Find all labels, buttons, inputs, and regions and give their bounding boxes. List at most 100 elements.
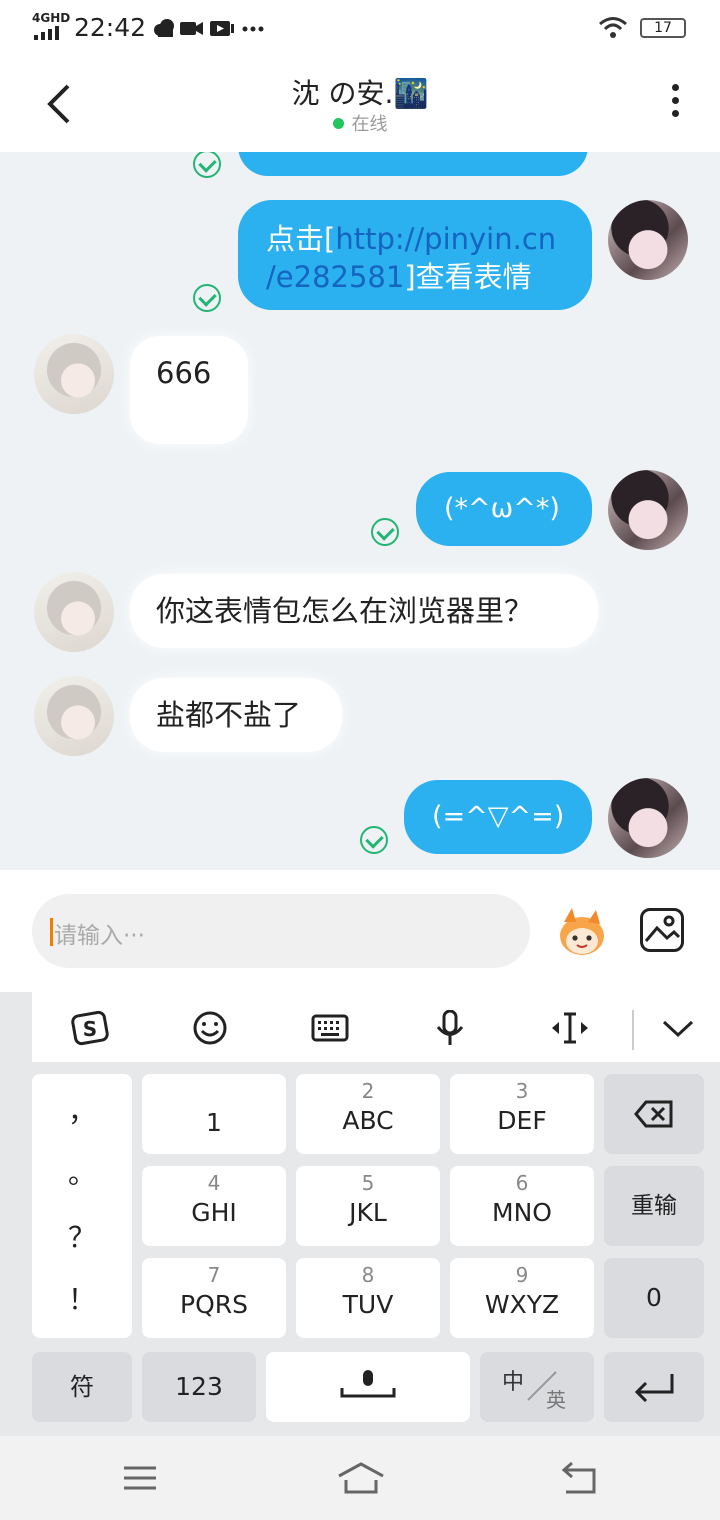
home-icon[interactable] [336, 1458, 386, 1498]
more-menu-icon[interactable] [660, 84, 690, 124]
key-letters: JKL [349, 1198, 387, 1227]
read-check-icon [193, 152, 221, 178]
message-link[interactable]: http://pinyin.cn [335, 222, 556, 256]
my-avatar[interactable] [608, 470, 688, 550]
message-text: 你这表情包怎么在浏览器里？ [156, 594, 534, 628]
symbols-key[interactable]: 符 [32, 1352, 132, 1422]
backspace-icon [634, 1100, 673, 1128]
back-nav-icon[interactable] [558, 1458, 602, 1498]
message-list[interactable]: 点击[http://pinyin.cn /e282581]查看表情 666 (*… [0, 152, 720, 870]
message-bubble-incoming[interactable]: 666 [130, 336, 248, 444]
key-letters: TUV [342, 1290, 394, 1319]
key-3-def[interactable]: 3 DEF [450, 1074, 594, 1154]
language-switch-key[interactable]: 中 英 [480, 1352, 594, 1422]
backspace-key[interactable] [604, 1074, 704, 1154]
cursor-move-icon[interactable] [550, 1010, 590, 1046]
wifi-icon [599, 17, 627, 38]
svg-text:S: S [83, 1017, 97, 1041]
message-text: (=^▽^=) [432, 801, 565, 832]
status-bar: 4GHD 22:42 17 [0, 0, 720, 56]
online-dot-icon [332, 118, 344, 129]
key-6-mno[interactable]: 6 MNO [450, 1166, 594, 1246]
system-nav-bar [0, 1436, 720, 1520]
image-glyph [644, 915, 681, 942]
key-2-abc[interactable]: 2 ABC [296, 1074, 440, 1154]
collapse-keyboard-icon[interactable] [658, 1010, 698, 1046]
cloud-icon [154, 19, 174, 37]
punct-question-key[interactable]: ？ [32, 1216, 132, 1256]
key-0[interactable]: 0 [604, 1258, 704, 1338]
signal-icon [34, 26, 59, 40]
key-label: 123 [175, 1372, 223, 1401]
read-check-icon [371, 518, 399, 546]
message-text: 点击[ [266, 222, 336, 256]
space-key[interactable] [266, 1352, 470, 1422]
battery-icon: 17 [640, 18, 686, 38]
key-letters: MNO [492, 1198, 552, 1227]
input-placeholder: 请输入··· [54, 923, 145, 949]
key-letters: DEF [497, 1106, 547, 1135]
key-letters: PQRS [180, 1290, 248, 1319]
key-7-pqrs[interactable]: 7 PQRS [142, 1258, 286, 1338]
menu-icon[interactable] [118, 1458, 162, 1498]
message-text: 盐都不盐了 [156, 698, 302, 732]
read-check-icon [360, 826, 388, 854]
key-number: 5 [361, 1171, 375, 1195]
punct-comma-key[interactable]: ， [32, 1090, 132, 1130]
numbers-key[interactable]: 123 [142, 1352, 256, 1422]
microphone-icon[interactable] [430, 1010, 470, 1046]
message-text: (*^ω^*) [444, 493, 560, 524]
key-letters: ABC [342, 1106, 394, 1135]
key-9-wxyz[interactable]: 9 WXYZ [450, 1258, 594, 1338]
message-bubble-outgoing[interactable]: (*^ω^*) [416, 472, 592, 546]
toolbar-divider [632, 1010, 634, 1050]
notification-icons [154, 19, 264, 37]
network-type: 4GHD [32, 11, 71, 25]
message-bubble-incoming[interactable]: 盐都不盐了 [130, 678, 342, 752]
more-dots-icon [242, 26, 264, 32]
lang-cn-label: 中 [502, 1370, 525, 1395]
my-avatar[interactable] [608, 778, 688, 858]
message-text: ]查看表情 [404, 260, 532, 294]
punctuation-column[interactable]: ， 。 ？ ！ [32, 1074, 132, 1338]
punct-exclaim-key[interactable]: ！ [32, 1278, 132, 1318]
key-label: 符 [70, 1373, 94, 1401]
key-5-jkl[interactable]: 5 JKL [296, 1166, 440, 1246]
message-text: 666 [156, 356, 212, 390]
composer: 请输入··· [0, 870, 720, 992]
lang-en-label: 英 [546, 1388, 566, 1412]
emoji-icon[interactable] [190, 1010, 230, 1046]
message-bubble-incoming[interactable]: 你这表情包怎么在浏览器里？ [130, 574, 598, 648]
key-4-ghi[interactable]: 4 GHI [142, 1166, 286, 1246]
key-label: 0 [646, 1283, 662, 1312]
message-input[interactable]: 请输入··· [32, 894, 530, 968]
battery-level: 17 [654, 20, 672, 36]
contact-avatar[interactable] [34, 676, 114, 756]
contact-avatar[interactable] [34, 334, 114, 414]
message-link-continued[interactable]: /e282581 [266, 260, 404, 294]
sticker-icon[interactable] [554, 906, 610, 958]
reenter-key[interactable]: 重输 [604, 1166, 704, 1246]
punct-period-key[interactable]: 。 [32, 1152, 132, 1192]
key-label: 1 [206, 1108, 222, 1137]
key-1[interactable]: 1 [142, 1074, 286, 1154]
presence-status: 在线 [0, 110, 720, 136]
sogou-logo-icon[interactable]: S [70, 1010, 110, 1046]
message-bubble-outgoing[interactable] [238, 152, 588, 176]
key-8-tuv[interactable]: 8 TUV [296, 1258, 440, 1338]
key-number: 9 [515, 1263, 529, 1287]
keyboard-icon[interactable] [310, 1010, 350, 1046]
my-avatar[interactable] [608, 200, 688, 280]
enter-key[interactable] [604, 1352, 704, 1422]
key-number: 2 [361, 1079, 375, 1103]
contact-name[interactable]: 沈 の安.🌃 [0, 72, 720, 112]
key-number: 3 [515, 1079, 529, 1103]
space-mic-icon [340, 1370, 396, 1398]
ime-keyboard: S ， 。 ？ ！ 1 2 ABC 3 DEF 4 GHI 5 JKL 6 MN… [0, 992, 720, 1436]
presence-label: 在线 [351, 114, 388, 135]
image-icon[interactable] [640, 908, 684, 952]
chat-header: 沈 の安.🌃 在线 [0, 56, 720, 152]
message-bubble-outgoing[interactable]: 点击[http://pinyin.cn /e282581]查看表情 [238, 200, 592, 310]
message-bubble-outgoing[interactable]: (=^▽^=) [404, 780, 592, 854]
contact-avatar[interactable] [34, 572, 114, 652]
